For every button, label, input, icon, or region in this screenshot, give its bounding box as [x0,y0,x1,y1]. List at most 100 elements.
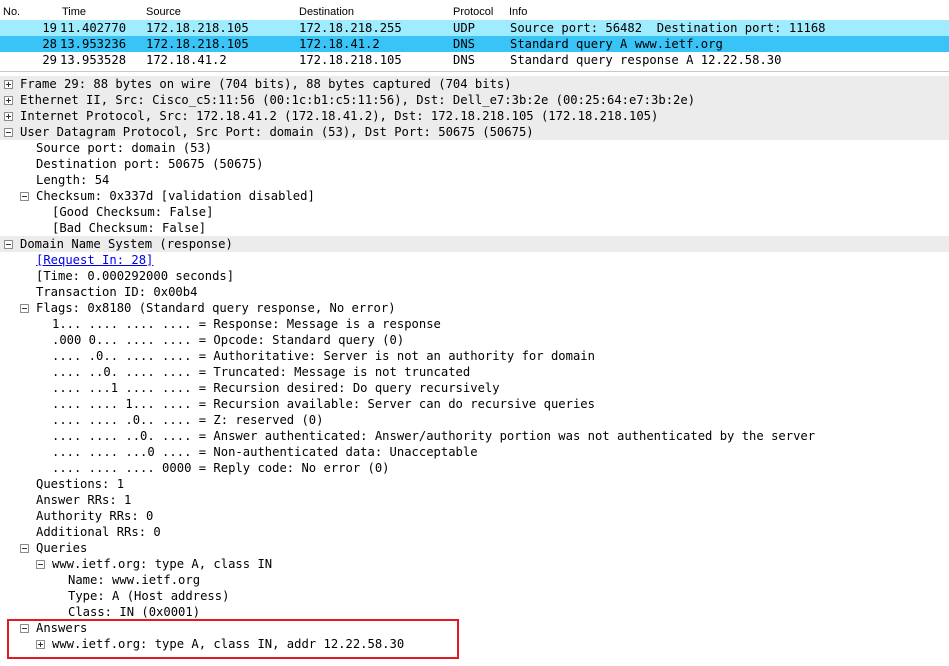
tree-udp-label: User Datagram Protocol, Src Port: domain… [20,125,534,139]
expand-plus-icon[interactable] [4,80,13,89]
tree-item-label: .... ..0. .... .... = Truncated: Message… [52,365,471,379]
request-in-link[interactable]: [Request In: 28] [36,252,153,268]
expand-plus-icon[interactable] [36,640,45,649]
collapse-minus-icon[interactable] [36,560,45,569]
col-header-source[interactable]: Source [146,6,181,18]
packet-destination: 172.18.218.105 [299,53,402,67]
packet-destination: 172.18.41.2 [299,37,380,51]
tree-item-label: [Bad Checksum: False] [52,221,207,235]
tree-dns-answer-entry[interactable]: www.ietf.org: type A, class IN, addr 12.… [0,636,949,652]
tree-dns-answer-rrs[interactable]: Answer RRs: 1 [0,492,949,508]
packet-protocol: UDP [453,21,476,35]
packet-source: 172.18.218.105 [146,37,249,51]
tree-dns-additional-rrs[interactable]: Additional RRs: 0 [0,524,949,540]
packet-no: 28 [42,37,57,51]
col-header-info[interactable]: Info [509,6,527,18]
collapse-minus-icon[interactable] [4,240,13,249]
tree-item-label: Length: 54 [36,173,110,187]
col-header-protocol[interactable]: Protocol [453,6,493,18]
tree-item-label: Destination port: 50675 (50675) [36,157,264,171]
col-header-time[interactable]: Time [62,6,86,18]
tree-ethernet-label: Ethernet II, Src: Cisco_c5:11:56 (00:1c:… [20,93,696,107]
tree-udp-source-port[interactable]: Source port: domain (53) [0,140,949,156]
tree-flag-bit[interactable]: .... .... .0.. .... = Z: reserved (0) [0,412,949,428]
tree-frame-label: Frame 29: 88 bytes on wire (704 bits), 8… [20,77,512,91]
tree-dns-query-name[interactable]: Name: www.ietf.org [0,572,949,588]
packet-list: No. Time Source Destination Protocol Inf… [0,0,949,72]
tree-item-label: .... .0.. .... .... = Authoritative: Ser… [52,349,595,363]
packet-row[interactable]: 29 13.953528 172.18.41.2 172.18.218.105 … [0,52,949,68]
tree-item-label: Class: IN (0x0001) [68,605,201,619]
tree-item-label: .... ...1 .... .... = Recursion desired:… [52,381,500,395]
tree-flag-bit[interactable]: .... ..0. .... .... = Truncated: Message… [0,364,949,380]
collapse-minus-icon[interactable] [20,192,29,201]
tree-item-label: .000 0... .... .... = Opcode: Standard q… [52,333,405,347]
tree-item-label: Checksum: 0x337d [validation disabled] [36,189,315,203]
tree-flag-bit[interactable]: .... .... ..0. .... = Answer authenticat… [0,428,949,444]
tree-item-label: .... .... .0.. .... = Z: reserved (0) [52,413,324,427]
tree-udp-destination-port[interactable]: Destination port: 50675 (50675) [0,156,949,172]
tree-udp-good-checksum[interactable]: [Good Checksum: False] [0,204,949,220]
tree-item-label: 1... .... .... .... = Response: Message … [52,317,441,331]
packet-no: 19 [42,21,57,35]
tree-dns-time[interactable]: [Time: 0.000292000 seconds] [0,268,949,284]
tree-ip[interactable]: Internet Protocol, Src: 172.18.41.2 (172… [0,108,949,124]
tree-frame[interactable]: Frame 29: 88 bytes on wire (704 bits), 8… [0,76,949,92]
collapse-minus-icon[interactable] [4,128,13,137]
packet-info: Source port: 56482 Destination port: 111… [510,21,826,35]
tree-dns-request-in[interactable]: [Request In: 28] [0,252,949,268]
tree-item-label: Questions: 1 [36,477,125,491]
col-header-destination[interactable]: Destination [299,6,354,18]
tree-dns-transaction-id[interactable]: Transaction ID: 0x00b4 [0,284,949,300]
tree-item-label: .... .... ..0. .... = Answer authenticat… [52,429,816,443]
expand-plus-icon[interactable] [4,96,13,105]
packet-source: 172.18.41.2 [146,53,227,67]
tree-dns-query-entry[interactable]: www.ietf.org: type A, class IN [0,556,949,572]
tree-ethernet[interactable]: Ethernet II, Src: Cisco_c5:11:56 (00:1c:… [0,92,949,108]
tree-flag-bit[interactable]: .... .... ...0 .... = Non-authenticated … [0,444,949,460]
tree-flag-bit[interactable]: .... .... 1... .... = Recursion availabl… [0,396,949,412]
tree-udp-checksum[interactable]: Checksum: 0x337d [validation disabled] [0,188,949,204]
tree-item-label: [Good Checksum: False] [52,205,214,219]
tree-dns-questions[interactable]: Questions: 1 [0,476,949,492]
tree-item-label: www.ietf.org: type A, class IN, addr 12.… [52,637,405,651]
tree-dns-queries[interactable]: Queries [0,540,949,556]
expand-plus-icon[interactable] [4,112,13,121]
tree-item-label: Authority RRs: 0 [36,509,154,523]
tree-ip-label: Internet Protocol, Src: 172.18.41.2 (172… [20,109,659,123]
tree-item-label: Answer RRs: 1 [36,493,132,507]
packet-protocol: DNS [453,37,476,51]
tree-item-label: Source port: domain (53) [36,141,213,155]
tree-flag-bit[interactable]: 1... .... .... .... = Response: Message … [0,316,949,332]
tree-item-label: [Time: 0.000292000 seconds] [36,269,235,283]
tree-item-label: .... .... .... 0000 = Reply code: No err… [52,461,390,475]
tree-flag-bit[interactable]: .... .... .... 0000 = Reply code: No err… [0,460,949,476]
tree-item-label: www.ietf.org: type A, class IN [52,557,273,571]
packet-time: 13.953236 [60,37,127,51]
tree-dns-authority-rrs[interactable]: Authority RRs: 0 [0,508,949,524]
tree-dns-label: Domain Name System (response) [20,237,233,251]
tree-dns-query-class[interactable]: Class: IN (0x0001) [0,604,949,620]
packet-source: 172.18.218.105 [146,21,249,35]
collapse-minus-icon[interactable] [20,544,29,553]
collapse-minus-icon[interactable] [20,624,29,633]
tree-udp-length[interactable]: Length: 54 [0,172,949,188]
collapse-minus-icon[interactable] [20,304,29,313]
tree-udp[interactable]: User Datagram Protocol, Src Port: domain… [0,124,949,140]
packet-row[interactable]: 28 13.953236 172.18.218.105 172.18.41.2 … [0,36,949,52]
tree-flag-bit[interactable]: .... ...1 .... .... = Recursion desired:… [0,380,949,396]
tree-udp-bad-checksum[interactable]: [Bad Checksum: False] [0,220,949,236]
tree-dns[interactable]: Domain Name System (response) [0,236,949,252]
tree-item-label: .... .... 1... .... = Recursion availabl… [52,397,595,411]
col-header-no[interactable]: No. [3,6,20,18]
tree-dns-query-type[interactable]: Type: A (Host address) [0,588,949,604]
tree-dns-flags[interactable]: Flags: 0x8180 (Standard query response, … [0,300,949,316]
packet-row[interactable]: 19 11.402770 172.18.218.105 172.18.218.2… [0,20,949,36]
tree-item-label: Answers [36,621,88,635]
tree-item-label: Flags: 0x8180 (Standard query response, … [36,301,396,315]
packet-time: 11.402770 [60,21,127,35]
tree-flag-bit[interactable]: .... .0.. .... .... = Authoritative: Ser… [0,348,949,364]
tree-flag-bit[interactable]: .000 0... .... .... = Opcode: Standard q… [0,332,949,348]
tree-dns-answers[interactable]: Answers [0,620,949,636]
packet-list-header: No. Time Source Destination Protocol Inf… [0,4,949,21]
